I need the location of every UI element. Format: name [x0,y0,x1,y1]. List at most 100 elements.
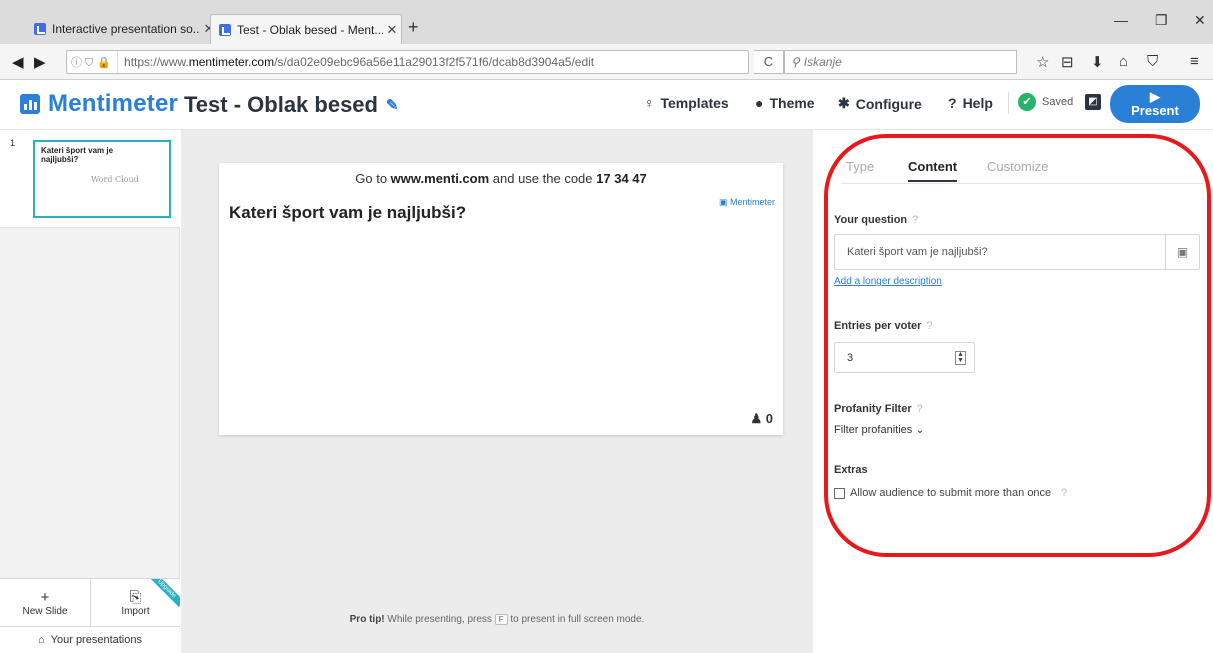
tab-content[interactable]: Content [908,159,958,182]
close-window-icon[interactable]: ✕ [1194,12,1206,29]
tab-type[interactable]: Type [846,159,874,174]
mentimeter-favicon-icon [34,23,46,35]
slide-sidebar: 1 Kateri šport vam je najljubši? Word Cl… [0,130,180,653]
bookmarks-icon[interactable]: ⊟ [1061,53,1074,71]
help-label: Help [962,95,993,111]
present-button[interactable]: ▶ Present [1110,85,1200,123]
site-info-icons[interactable]: ⓘ ⛉ 🔒 [67,51,119,73]
browser-nav-bar: ◀ ▶ ⓘ ⛉ 🔒 https://www.mentimeter.com/s/d… [0,44,1213,80]
menu-icon[interactable]: ≡ [1190,53,1199,70]
home-icon[interactable]: ⌂ [1119,53,1128,70]
templates-button[interactable]: ♀ Templates [644,95,729,111]
reload-icon[interactable]: C [754,50,784,74]
import-button[interactable]: ⎘ Import Upgrade [90,579,180,627]
minimize-icon[interactable]: — [1114,12,1128,28]
lightbulb-icon: ♀ [644,95,655,111]
slide-thumbnail[interactable]: Kateri šport vam je najljubši? Word Clou… [33,140,171,218]
back-icon[interactable]: ◀ [12,53,24,71]
slide-preview[interactable]: Go to www.menti.com and use the code 17 … [219,163,783,435]
extras-label: Extras [834,464,868,476]
check-icon: ✔ [1018,93,1036,111]
question-help-icon[interactable]: ? [912,214,918,226]
goto-prefix: Go to [355,171,391,186]
goto-middle: and use the code [489,171,597,186]
slide-number: 1 [10,138,16,148]
longer-description-link[interactable]: Add a longer description [834,276,942,287]
restore-icon[interactable]: ❐ [1155,12,1168,29]
chevron-down-icon: ⌄ [915,424,925,436]
allow-multiple-option[interactable]: Allow audience to submit more than once … [834,487,1067,499]
saved-label: Saved [1042,96,1074,108]
pocket-icon[interactable]: ⛉ [1147,53,1158,70]
your-presentations-link[interactable]: ⌂ Your presentations [0,626,180,653]
search-input[interactable]: ⚲ Iskanje [784,50,1017,74]
pro-tip-bold: Pro tip! [349,614,385,625]
close-tab-icon[interactable]: ✕ [383,22,401,38]
mentimeter-logo[interactable]: Mentimeter [20,90,178,118]
thumbnail-title: Kateri šport vam je najljubši? [41,146,114,165]
goto-url: www.menti.com [390,171,490,186]
entries-label-text: Entries per voter [834,320,922,332]
question-input-value: Kateri šport vam je najljubši? [847,246,988,258]
entries-help-icon[interactable]: ? [926,320,932,332]
slide-preview-area: Go to www.menti.com and use the code 17 … [181,130,813,653]
voting-code: 17 34 47 [596,171,647,186]
profanity-label-text: Profanity Filter [834,403,912,415]
pro-tip: Pro tip! While presenting, press F to pr… [181,614,813,625]
pencil-icon[interactable]: ✎ [386,96,399,114]
allow-multiple-help-icon[interactable]: ? [1061,487,1067,499]
question-icon: ? [948,95,957,111]
presentation-title[interactable]: Test - Oblak besed ✎ [184,92,399,118]
url-bar[interactable]: ⓘ ⛉ 🔒 https://www.mentimeter.com/s/da02e… [66,50,749,74]
your-presentations-label: Your presentations [50,634,142,646]
app-header: Mentimeter Test - Oblak besed ✎ ♀ Templa… [0,80,1213,130]
upgrade-ribbon: Upgrade [148,579,180,608]
profanity-help-icon[interactable]: ? [917,403,923,415]
tab-customize[interactable]: Customize [987,159,1048,174]
presentation-title-text: Test - Oblak besed [184,92,378,117]
image-icon[interactable]: ▣ [1165,235,1199,269]
slide-question: Kateri šport vam je najljubši? [229,203,467,222]
word-cloud-thumb-text: Word Cloud [91,175,139,184]
brand-label-text: Mentimeter [729,197,775,207]
browser-tab-1[interactable]: Interactive presentation so... ✕ [26,14,218,44]
import-icon: ⎘ [129,588,142,606]
configure-button[interactable]: ✱ Configure [838,95,922,112]
new-slide-label: New Slide [22,605,68,617]
help-button[interactable]: ? Help [948,95,993,111]
logo-text: Mentimeter [48,90,179,117]
browser-tab-bar: Interactive presentation so... ✕ Test - … [0,0,1213,44]
new-slide-button[interactable]: + New Slide [0,579,90,627]
allow-multiple-checkbox[interactable] [834,487,845,499]
search-placeholder: Iskanje [803,55,842,69]
user-icon: ♟ [750,411,763,426]
join-instructions: Go to www.menti.com and use the code 17 … [219,171,783,186]
profanity-dropdown[interactable]: Filter profanities ⌄ [834,423,925,436]
key-hint: F [494,614,508,625]
play-icon: ▶ [1150,88,1160,104]
profanity-label: Profanity Filter? [834,403,923,415]
download-icon[interactable]: ⬇ [1091,53,1104,71]
question-label: Your question? [834,214,918,226]
browser-tab-2[interactable]: Test - Oblak besed - Ment... ✕ [210,14,402,44]
configure-label: Configure [855,95,922,112]
bookmark-star-icon[interactable]: ☆ [1036,53,1049,71]
spinner-arrows-icon[interactable]: ▲ ▼ [955,351,966,365]
new-tab-button[interactable]: + [408,17,419,38]
theme-button[interactable]: ● Theme [755,95,815,111]
question-input[interactable]: Kateri šport vam je najljubši? ▣ [834,234,1200,270]
home-small-icon: ⌂ [38,634,45,646]
share-icon[interactable]: ◩ [1085,94,1101,110]
lock-icon: 🔒 [97,56,112,69]
header-divider [1008,92,1009,114]
pro-tip-before: While presenting, press [384,614,495,625]
entries-stepper[interactable]: 3 ▲ ▼ [834,342,975,373]
search-icon: ⚲ [791,55,800,69]
url-prefix: https://www. [124,55,189,69]
present-label: Present [1131,103,1179,118]
question-label-text: Your question [834,214,908,226]
url-domain: mentimeter.com [188,55,275,69]
forward-icon[interactable]: ▶ [34,53,46,71]
app-root: Interactive presentation so... ✕ Test - … [0,0,1213,653]
mentimeter-logo-icon [20,94,40,114]
